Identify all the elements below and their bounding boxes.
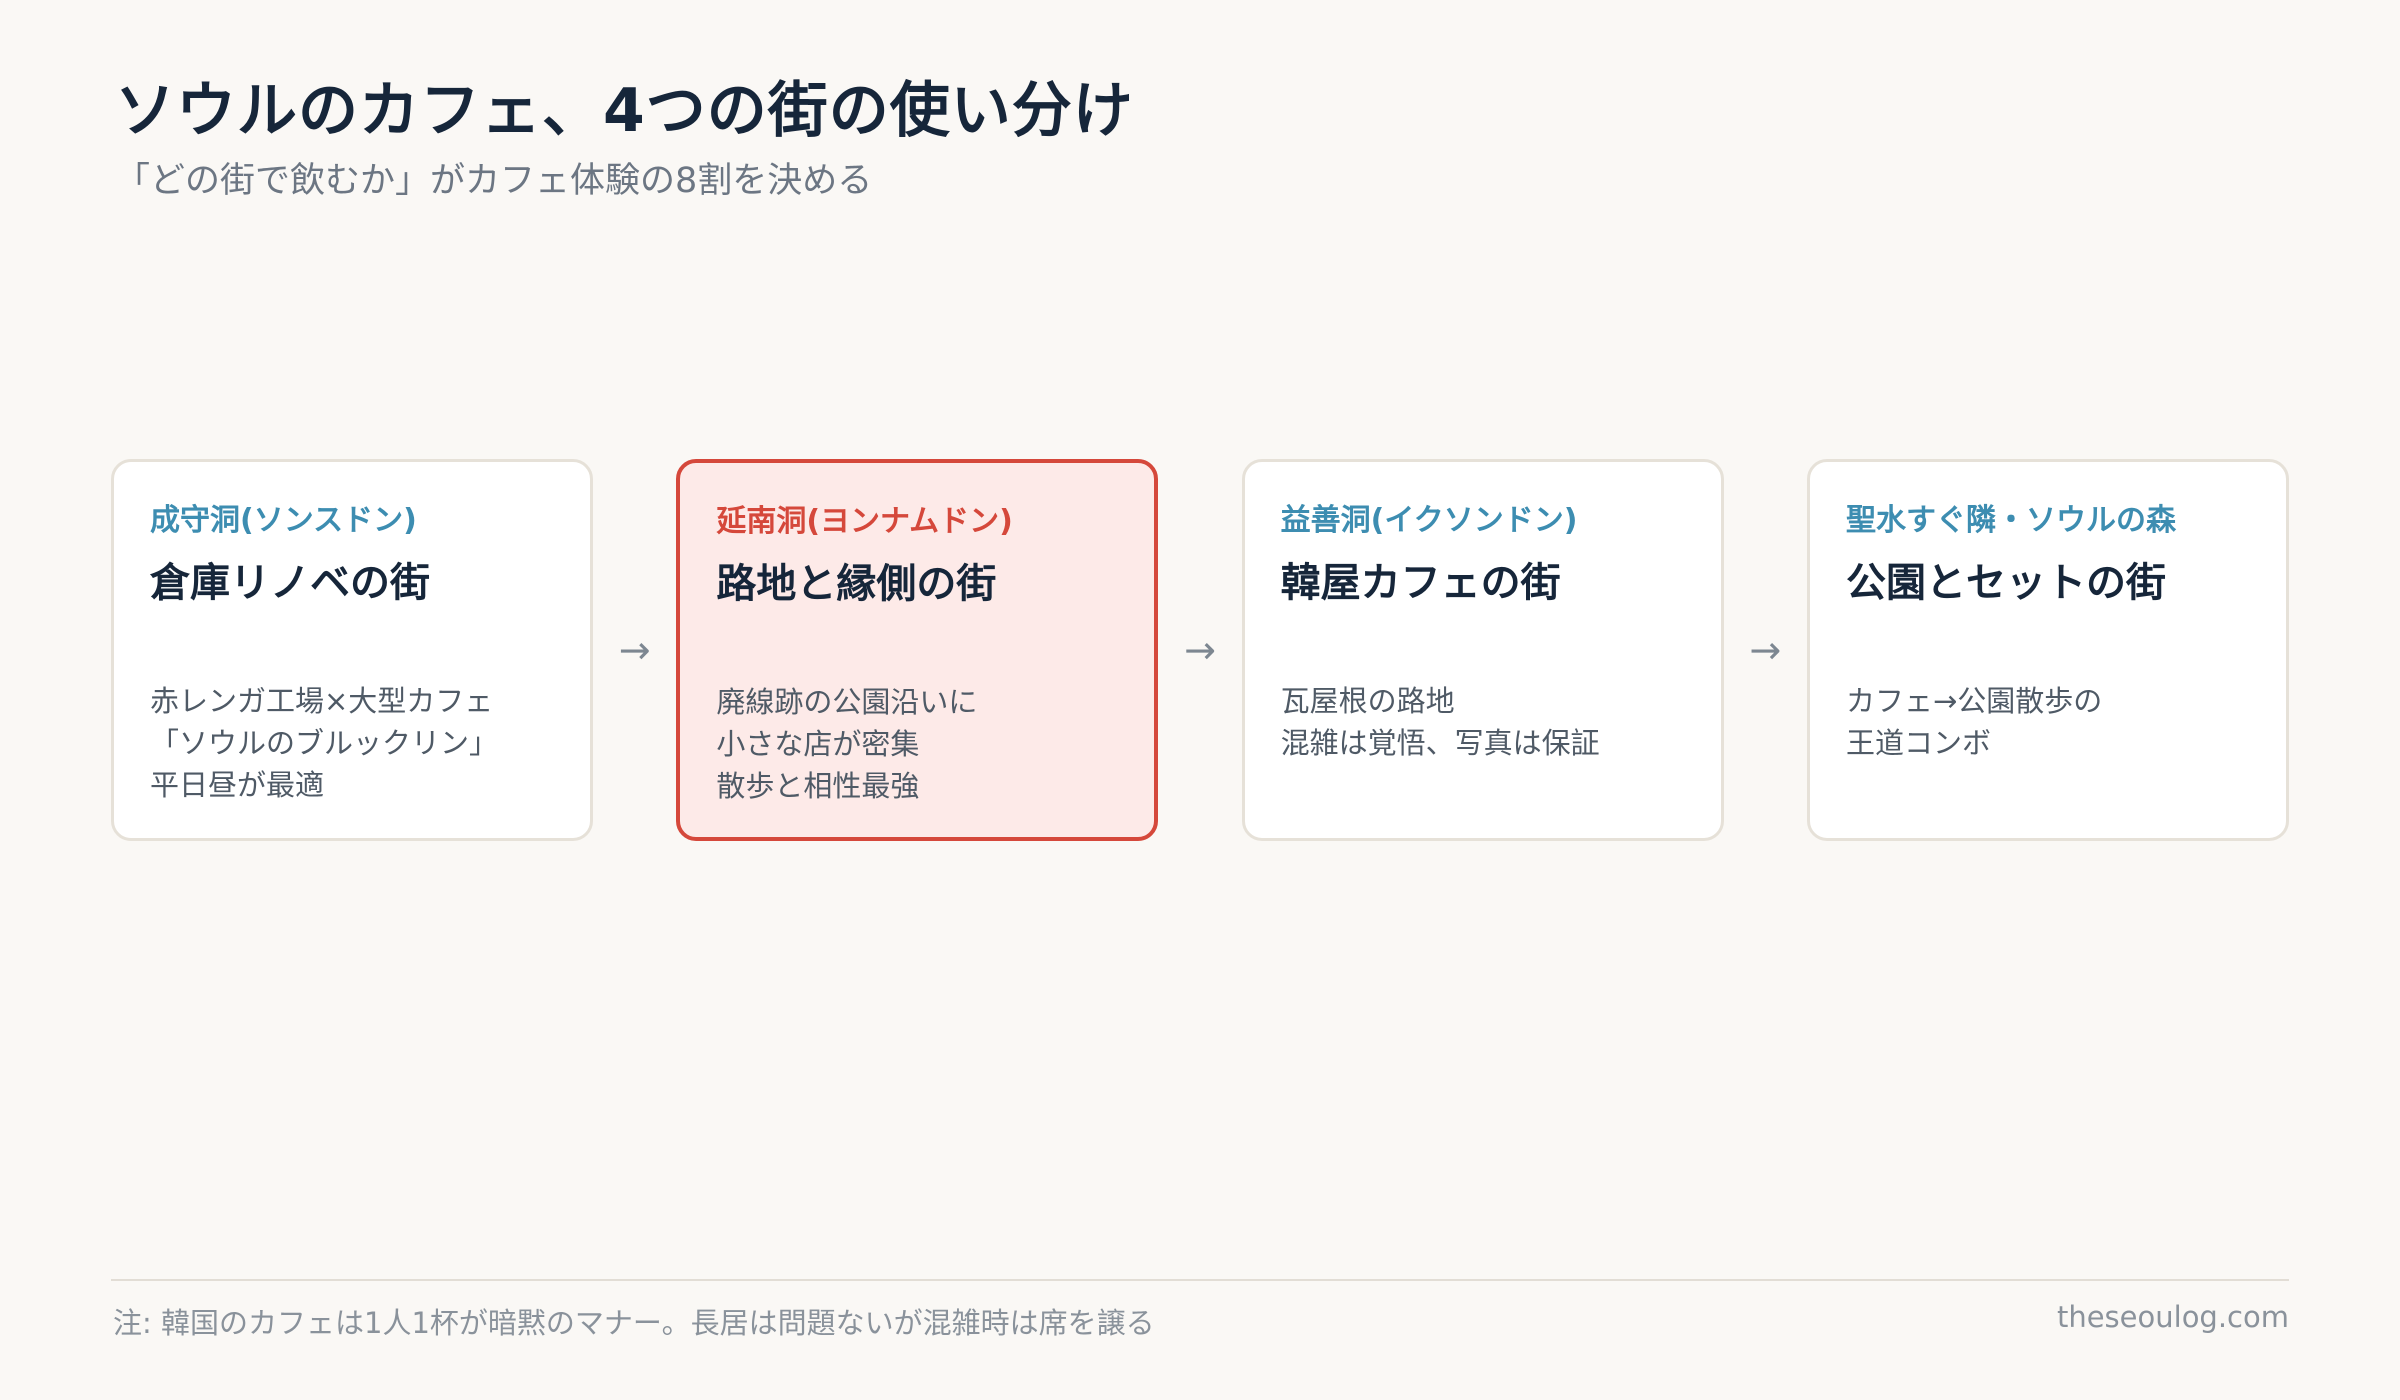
card-area-name: 成守洞(ソンスドン) xyxy=(150,503,417,538)
card-heading: 公園とセットの街 xyxy=(1845,560,2166,606)
card-line: 散歩と相性最強 xyxy=(716,769,920,803)
card-line: 赤レンガ工場×大型カフェ xyxy=(150,684,494,718)
card-yeonnam: 延南洞(ヨンナムドン) 路地と縁側の街 廃線跡の公園沿いに 小さな店が密集 散歩… xyxy=(676,459,1159,841)
card-ikseon: 益善洞(イクソンドン) 韓屋カフェの街 瓦屋根の路地 混雑は覚悟、写真は保証 xyxy=(1241,459,1724,841)
card-heading: 倉庫リノベの街 xyxy=(150,560,430,606)
card-line: 混雑は覚悟、写真は保証 xyxy=(1280,726,1600,760)
footer-note: 注: 韓国のカフェは1人1杯が暗黙のマナー。長居は問題ないが混雑時は席を譲る xyxy=(113,1306,1155,1340)
card-line: 廃線跡の公園沿いに xyxy=(716,685,978,719)
card-area-name: 延南洞(ヨンナムドン) xyxy=(716,504,1013,539)
card-line: 「ソウルのブルックリン」 xyxy=(150,726,499,760)
card-line: 平日昼が最適 xyxy=(150,768,325,802)
district-flow: 成守洞(ソンスドン) 倉庫リノベの街 赤レンガ工場×大型カフェ 「ソウルのブルッ… xyxy=(111,459,2289,841)
page-subtitle: 「どの街で飲むか」がカフェ体験の8割を決める xyxy=(115,161,873,201)
card-seongsu: 成守洞(ソンスドン) 倉庫リノベの街 赤レンガ工場×大型カフェ 「ソウルのブルッ… xyxy=(111,459,593,841)
card-heading: 路地と縁側の街 xyxy=(716,561,997,607)
source-credit: theseoulog.com xyxy=(2056,1300,2289,1334)
card-description: 瓦屋根の路地 混雑は覚悟、写真は保証 xyxy=(1281,680,1685,764)
card-heading: 韓屋カフェの街 xyxy=(1280,560,1561,606)
card-description: カフェ→公園散歩の 王道コンボ xyxy=(1846,680,2250,764)
card-line: 小さな店が密集 xyxy=(716,727,920,761)
arrow-right-icon: → xyxy=(1184,628,1216,672)
card-line: 王道コンボ xyxy=(1845,726,1991,760)
footer-divider xyxy=(111,1279,2289,1281)
page-title: ソウルのカフェ、4つの街の使い分け xyxy=(115,76,1134,146)
card-area-name: 聖水すぐ隣・ソウルの森 xyxy=(1845,503,2176,538)
card-description: 赤レンガ工場×大型カフェ 「ソウルのブルックリン」 平日昼が最適 xyxy=(150,680,554,806)
arrow-right-icon: → xyxy=(1749,628,1782,672)
card-area-name: 益善洞(イクソンドン) xyxy=(1280,503,1578,538)
card-description: 廃線跡の公園沿いに 小さな店が密集 散歩と相性最強 xyxy=(716,681,1118,807)
card-seoul-forest: 聖水すぐ隣・ソウルの森 公園とセットの街 カフェ→公園散歩の 王道コンボ xyxy=(1806,459,2289,841)
card-line: 瓦屋根の路地 xyxy=(1280,684,1455,718)
arrow-right-icon: → xyxy=(618,628,651,672)
card-line: カフェ→公園散歩の xyxy=(1845,684,2103,718)
